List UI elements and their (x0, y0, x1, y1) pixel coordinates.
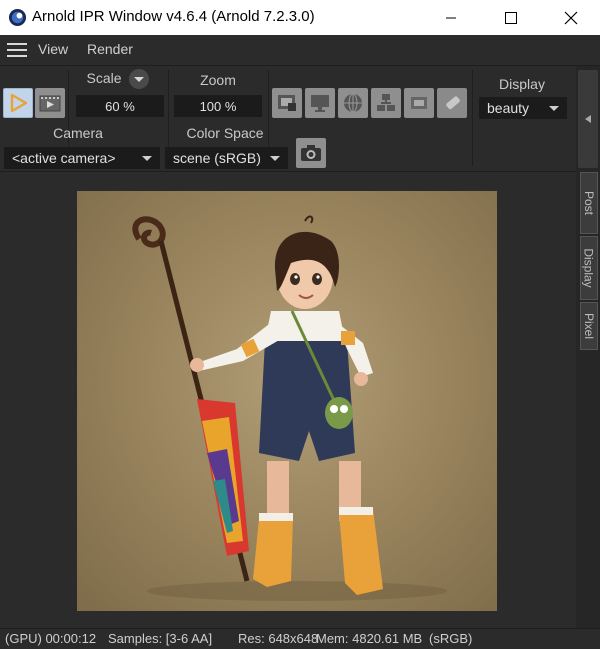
menu-view[interactable]: View (38, 41, 68, 57)
eraser-icon (446, 96, 460, 110)
color-space-select[interactable]: scene (sRGB) (165, 147, 288, 169)
chevron-left-icon (585, 115, 591, 123)
globe-icon (344, 93, 362, 113)
status-device-time: (GPU) 00:00:12 (5, 631, 97, 646)
display-label: Display (499, 76, 545, 92)
scale-label: Scale (86, 70, 122, 86)
chevron-down-icon (549, 106, 559, 111)
chevron-down-icon (142, 156, 152, 161)
scale-value[interactable]: 60 % (76, 95, 164, 117)
window-title: Arnold IPR Window v4.6.4 (Arnold 7.2.3.0… (32, 8, 315, 25)
close-icon (564, 11, 578, 24)
panel-collapse-button[interactable] (578, 70, 598, 168)
menu-render[interactable]: Render (87, 41, 133, 57)
film-render-icon (39, 95, 61, 112)
render-viewport[interactable] (0, 171, 576, 628)
monitor-button[interactable] (305, 88, 335, 118)
zoom-label: Zoom (200, 72, 236, 88)
minimize-button[interactable] (428, 0, 474, 35)
camera-value: <active camera> (12, 150, 116, 166)
scale-dropdown-button[interactable] (129, 69, 149, 89)
tab-display[interactable]: Display (580, 236, 598, 300)
frame-button[interactable] (404, 88, 434, 118)
status-samples: Samples: [3-6 AA] (108, 631, 213, 646)
status-resolution: Res: 648x648 (238, 631, 319, 646)
tab-pixel[interactable]: Pixel (580, 302, 598, 350)
character-render-illustration (132, 215, 447, 601)
close-button[interactable] (548, 0, 594, 35)
display-select[interactable]: beauty (479, 97, 567, 119)
cinema4d-icon (8, 8, 27, 27)
camera-icon (301, 145, 321, 161)
play-render-icon (10, 93, 28, 113)
menu-bar: View Render (0, 35, 600, 66)
globe-button[interactable] (338, 88, 368, 118)
toolbar: Scale 60 % Zoom 100 % Display beauty Cam… (0, 66, 576, 170)
camera-select[interactable]: <active camera> (4, 147, 160, 169)
status-bar: (GPU) 00:00:12 Samples: [3-6 AA] Res: 64… (0, 628, 600, 649)
status-memory: Mem: 4820.61 MB (316, 631, 423, 646)
chevron-down-icon (270, 156, 280, 161)
render-sequence-button[interactable] (35, 88, 65, 118)
eraser-button[interactable] (437, 88, 467, 118)
maximize-button[interactable] (488, 0, 534, 35)
frame-icon (411, 97, 427, 109)
hierarchy-button[interactable] (371, 88, 401, 118)
hierarchy-icon (377, 94, 395, 111)
region-icon (278, 95, 296, 111)
display-value: beauty (487, 100, 530, 116)
snapshot-button[interactable] (296, 138, 326, 168)
title-bar: Arnold IPR Window v4.6.4 (Arnold 7.2.3.0… (0, 0, 600, 35)
color-space-value: scene (sRGB) (173, 150, 261, 166)
camera-label: Camera (53, 125, 103, 141)
crop-region-button[interactable] (272, 88, 302, 118)
maximize-icon (505, 11, 517, 24)
minimize-icon (446, 17, 456, 18)
color-space-label: Color Space (186, 125, 264, 141)
status-color-space: (sRGB) (429, 631, 473, 646)
monitor-icon (311, 95, 329, 112)
render-button[interactable] (3, 88, 33, 118)
hamburger-menu-icon[interactable] (7, 43, 27, 57)
chevron-down-icon (134, 77, 144, 82)
tab-post[interactable]: Post (580, 172, 598, 234)
zoom-value[interactable]: 100 % (174, 95, 262, 117)
render-image[interactable] (77, 191, 497, 611)
